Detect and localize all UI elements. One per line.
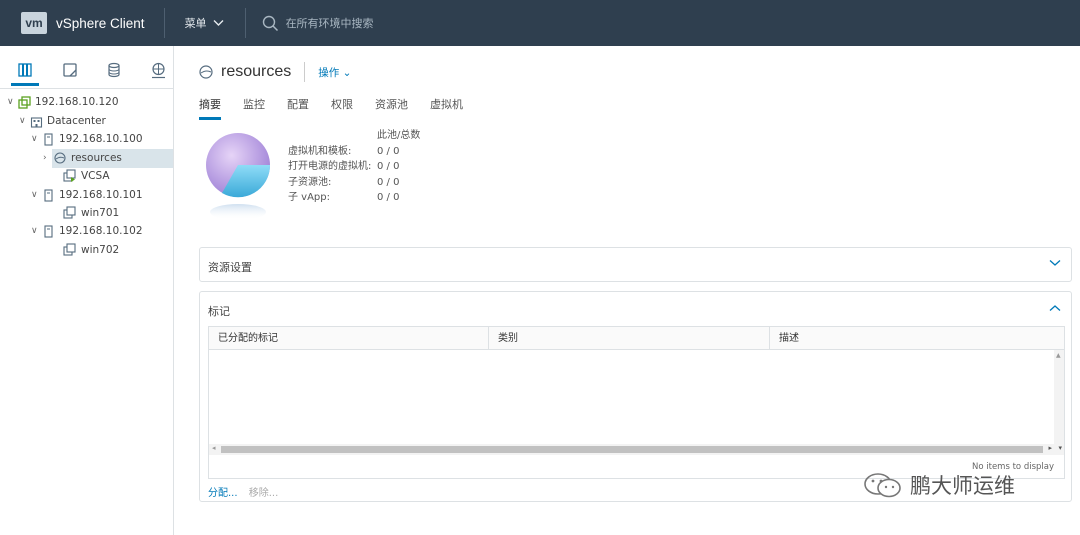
- hosts-and-clusters-icon[interactable]: [15, 60, 35, 80]
- assign-link[interactable]: 分配...: [208, 488, 238, 499]
- grid-header: 已分配的标记 类别 描述: [209, 327, 1064, 350]
- top-header: vm vSphere Client 菜单 在所有环境中搜索: [0, 0, 1080, 46]
- panel-title: 标记: [208, 305, 230, 318]
- stat-row: 子资源池: 0 / 0: [288, 177, 400, 188]
- chevron-down-icon[interactable]: ∨: [31, 190, 41, 200]
- tree-item-resource-pool[interactable]: › resources: [43, 149, 122, 167]
- chevron-up-icon[interactable]: [1049, 302, 1061, 315]
- tab-configure[interactable]: 配置: [287, 96, 309, 120]
- search-input[interactable]: 在所有环境中搜索: [286, 15, 374, 31]
- vertical-scrollbar[interactable]: ▲: [1054, 350, 1064, 444]
- tree-item-vm[interactable]: VCSA: [53, 167, 110, 185]
- stat-row: 子 vApp: 0 / 0: [288, 192, 400, 203]
- storage-icon[interactable]: [104, 60, 124, 80]
- tags-grid: 已分配的标记 类别 描述 ▲ ◂ ▸ ▾ No items to display: [208, 326, 1065, 479]
- actions-label: 操作: [318, 66, 340, 79]
- panel-title: 资源设置: [208, 261, 252, 274]
- tree-item-label: 192.168.10.101: [59, 189, 143, 201]
- vmware-logo[interactable]: vm: [21, 12, 47, 34]
- object-tabs: 摘要 监控 配置 权限 资源池 虚拟机: [199, 96, 485, 120]
- watermark: 鹏大师运维: [862, 470, 1015, 500]
- header-divider: [163, 8, 165, 38]
- resource-settings-panel[interactable]: 资源设置: [199, 247, 1072, 282]
- active-tab-indicator: [11, 83, 39, 86]
- grid-actions: 分配... 移除...: [208, 484, 278, 499]
- tree-item-label: win702: [81, 244, 120, 256]
- navigator-tabs: [0, 46, 174, 89]
- tree-item-label: 192.168.10.100: [59, 133, 143, 145]
- tree-item-vm[interactable]: win701: [53, 204, 119, 222]
- resource-pool-icon: [199, 65, 213, 79]
- vm-on-icon: [63, 169, 77, 183]
- title-divider: [304, 62, 306, 82]
- column-category[interactable]: 类别: [489, 327, 518, 350]
- vms-and-templates-icon[interactable]: [60, 60, 80, 80]
- remove-link[interactable]: 移除...: [249, 488, 279, 499]
- datacenter-icon: [29, 114, 43, 128]
- tree-item-host[interactable]: ∨ 192.168.10.102: [31, 222, 143, 240]
- column-description[interactable]: 描述: [770, 327, 799, 350]
- menu-dropdown[interactable]: 菜单: [185, 15, 224, 31]
- stat-row: 打开电源的虚拟机: 0 / 0: [288, 161, 400, 172]
- resource-pool-icon: [53, 151, 67, 165]
- tabs-divider: [0, 88, 174, 89]
- chevron-down-icon[interactable]: ∨: [7, 97, 17, 107]
- resource-pool-pie-icon: [206, 133, 271, 220]
- tab-resource-pools[interactable]: 资源池: [375, 96, 408, 120]
- chevron-down-icon[interactable]: ∨: [31, 134, 41, 144]
- global-search[interactable]: 在所有环境中搜索: [262, 15, 374, 32]
- stat-row: 虚拟机和模板: 0 / 0: [288, 146, 400, 157]
- tree-item-vcenter[interactable]: ∨ 192.168.10.120: [7, 93, 119, 111]
- scroll-right-icon[interactable]: ▸: [1048, 444, 1052, 452]
- chevron-down-icon[interactable]: ∨: [31, 226, 41, 236]
- tree-item-label: 192.168.10.120: [35, 96, 119, 108]
- host-icon: [41, 188, 55, 202]
- main-content: resources 操作 ⌄ 摘要 监控 配置 权限 资源池 虚拟机 此池/总数…: [175, 46, 1080, 535]
- object-header: resources 操作 ⌄: [199, 62, 351, 82]
- header-divider: [244, 8, 246, 38]
- scrollbar-thumb[interactable]: [221, 446, 1043, 453]
- column-assigned-tag[interactable]: 已分配的标记: [209, 327, 278, 350]
- host-icon: [41, 224, 55, 238]
- chevron-down-icon[interactable]: [1049, 257, 1061, 270]
- actions-dropdown[interactable]: 操作 ⌄: [318, 65, 351, 80]
- tree-item-label: VCSA: [81, 170, 110, 182]
- app-title[interactable]: vSphere Client: [56, 16, 145, 31]
- vm-icon: [63, 243, 77, 257]
- stats-header: 此池/总数: [377, 130, 421, 141]
- tree-item-label: resources: [71, 152, 122, 164]
- horizontal-scrollbar[interactable]: ◂ ▸ ▾: [209, 444, 1064, 455]
- navigator-sidebar: ∨ 192.168.10.120 ∨ Datacenter ∨ 192.168.…: [0, 46, 174, 535]
- chevron-down-icon: ⌄: [342, 66, 352, 79]
- menu-label: 菜单: [184, 17, 207, 30]
- vm-icon: [63, 206, 77, 220]
- search-icon: [262, 15, 278, 31]
- tree-item-label: win701: [81, 207, 120, 219]
- host-icon: [41, 132, 55, 146]
- watermark-text: 鹏大师运维: [910, 474, 1015, 498]
- tree-item-label: Datacenter: [47, 115, 106, 127]
- tab-vms[interactable]: 虚拟机: [430, 96, 463, 120]
- page-title: resources: [221, 63, 292, 80]
- tree-item-datacenter[interactable]: ∨ Datacenter: [19, 112, 106, 130]
- tab-permissions[interactable]: 权限: [331, 96, 353, 120]
- tree-item-host[interactable]: ∨ 192.168.10.100: [31, 130, 143, 148]
- chevron-down-icon[interactable]: ∨: [19, 116, 29, 126]
- tree-item-label: 192.168.10.102: [59, 225, 143, 237]
- tree-item-vm[interactable]: win702: [53, 241, 119, 259]
- chevron-down-icon: [213, 20, 224, 26]
- vcenter-icon: [17, 95, 31, 109]
- tree-item-host[interactable]: ∨ 192.168.10.101: [31, 186, 143, 204]
- scroll-up-icon[interactable]: ▲: [1056, 352, 1061, 359]
- networking-icon[interactable]: [148, 60, 168, 80]
- wechat-icon: [864, 473, 901, 498]
- tab-monitor[interactable]: 监控: [243, 96, 265, 120]
- scroll-down-icon[interactable]: ▾: [1058, 444, 1062, 452]
- chevron-right-icon[interactable]: ›: [43, 153, 53, 163]
- scroll-left-icon[interactable]: ◂: [212, 444, 216, 452]
- tab-summary[interactable]: 摘要: [199, 96, 221, 120]
